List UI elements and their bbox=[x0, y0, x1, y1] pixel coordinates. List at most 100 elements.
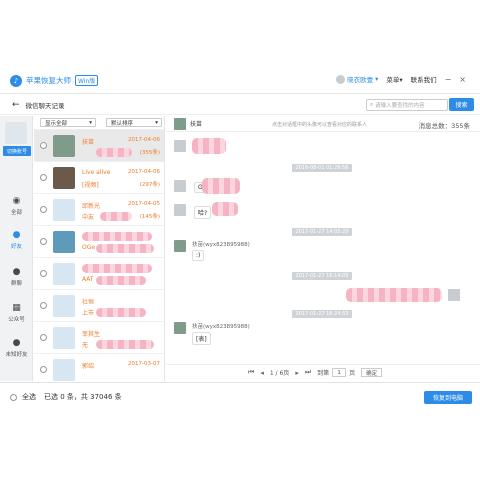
redacted-text bbox=[100, 212, 132, 221]
row-radio[interactable] bbox=[40, 238, 47, 245]
redacted-text bbox=[202, 178, 240, 194]
contact-avatar bbox=[53, 230, 75, 253]
row-radio[interactable] bbox=[40, 334, 47, 341]
message-avatar[interactable] bbox=[174, 140, 186, 152]
redacted-text bbox=[96, 340, 154, 349]
pagination: ⏮ ◂ 1 / 6页 ▸ ⏭ 到第 1 页 确定 bbox=[166, 364, 480, 380]
search-button[interactable]: 搜索 bbox=[449, 98, 474, 111]
redacted-text bbox=[192, 138, 226, 154]
user-name: 晓衣欧壹 bbox=[347, 76, 374, 84]
unknown-user-icon: ● bbox=[12, 338, 21, 348]
contact-avatar bbox=[53, 326, 75, 349]
redacted-text bbox=[82, 232, 152, 241]
contact-name: 菲其生 bbox=[82, 331, 101, 338]
last-message: 无 bbox=[82, 342, 89, 349]
timestamp: 2017-01-27 16:24:53 bbox=[292, 310, 352, 318]
select-all-radio[interactable] bbox=[10, 393, 17, 401]
message-avatar[interactable] bbox=[174, 180, 186, 192]
search-icon: ⌕ bbox=[370, 101, 374, 108]
select-all-label[interactable]: 全选 bbox=[22, 392, 36, 402]
message-avatar[interactable] bbox=[174, 240, 186, 252]
nav-item-friends[interactable]: ● 好友 bbox=[0, 230, 33, 250]
search-input[interactable]: ⌕ 请输入要查找的内容 bbox=[366, 99, 448, 111]
message-avatar[interactable] bbox=[448, 289, 460, 301]
row-radio[interactable] bbox=[40, 206, 47, 213]
list-item[interactable]: 菲其生 无 bbox=[34, 322, 164, 354]
sort-dropdown[interactable]: 默认排序 ▾ bbox=[106, 118, 162, 127]
timestamp: 2017-01-27 14:05:20 bbox=[292, 228, 352, 236]
message-avatar[interactable] bbox=[174, 322, 186, 334]
close-icon[interactable]: × bbox=[459, 75, 466, 84]
user-account[interactable]: 晓衣欧壹 ▾ bbox=[336, 74, 378, 84]
sub-header: ← 微信聊天记录 ⌕ 请输入要查找的内容 搜索 bbox=[0, 95, 480, 115]
last-message: 中友 bbox=[82, 214, 95, 221]
filter-dropdown[interactable]: 显示全部 ▾ bbox=[40, 118, 96, 127]
last-message: 上市 bbox=[82, 310, 95, 317]
sender-name: 扶苗(wyx823895988) bbox=[192, 324, 250, 330]
last-page-icon[interactable]: ⏭ bbox=[305, 368, 311, 377]
message-total: 消息总数：355条 bbox=[418, 122, 470, 130]
chevron-down-icon: ▾ bbox=[155, 119, 158, 126]
sender-name: 扶苗(wyx823895988) bbox=[192, 242, 250, 248]
list-item[interactable]: 邱新光 中友 2017-04-05 (145条) bbox=[34, 194, 164, 226]
last-message: OGe bbox=[82, 244, 96, 251]
goto-label: 到第 bbox=[317, 370, 330, 377]
page-number-input[interactable]: 1 bbox=[332, 368, 347, 377]
minimize-icon[interactable]: − bbox=[445, 75, 452, 84]
contact-us-link[interactable]: 联系我们 bbox=[411, 74, 437, 84]
contact-avatar bbox=[53, 358, 75, 381]
message-count: (355条) bbox=[139, 150, 160, 156]
list-item[interactable]: 郭绍 2017-03-07 bbox=[34, 354, 164, 381]
contact-name: 郭绍 bbox=[82, 363, 95, 370]
confirm-page-button[interactable]: 确定 bbox=[361, 368, 383, 377]
message-bubble: 哈? bbox=[194, 206, 212, 219]
page-unit-label: 页 bbox=[349, 370, 356, 377]
next-page-icon[interactable]: ▸ bbox=[295, 369, 299, 377]
chevron-down-icon: ▾ bbox=[375, 75, 379, 83]
chat-header: 扶苗 点击对话框中的头像可以查看对应的联系人 消息总数：355条 bbox=[166, 116, 480, 132]
nav-item-official[interactable]: ▦ 公众号 bbox=[0, 303, 33, 323]
list-item[interactable]: Live alive [视频] 2017-04-06 (297条) bbox=[34, 162, 164, 194]
list-item[interactable]: 扶苗 2017-04-06 (355条) bbox=[34, 130, 164, 162]
list-item[interactable]: AAT bbox=[34, 258, 164, 290]
edition-badge: Win版 bbox=[75, 75, 99, 86]
contact-name: 社恒 bbox=[82, 299, 95, 306]
contact-avatar bbox=[53, 166, 75, 189]
chat-hint: 点击对话框中的头像可以查看对应的联系人 bbox=[272, 122, 368, 128]
left-nav: 切换账号 ◉ 全部 ● 好友 ● 群聊 ▦ 公众号 ● 未知好友 bbox=[0, 116, 33, 381]
chat-avatar[interactable] bbox=[174, 117, 186, 130]
nav-item-all[interactable]: ◉ 全部 bbox=[0, 196, 33, 216]
app-logo-icon: ♪ bbox=[10, 74, 22, 87]
message-count: (297条) bbox=[139, 182, 160, 188]
row-radio[interactable] bbox=[40, 270, 47, 277]
recover-to-computer-button[interactable]: 恢复到电脑 bbox=[424, 391, 472, 404]
message-count: (145条) bbox=[139, 214, 160, 220]
nav-item-unknown[interactable]: ● 未知好友 bbox=[0, 338, 33, 358]
device-avatar bbox=[5, 122, 27, 144]
contact-avatar bbox=[53, 134, 75, 157]
list-item[interactable]: 社恒 上市 bbox=[34, 290, 164, 322]
prev-page-icon[interactable]: ◂ bbox=[260, 369, 264, 377]
group-icon: ● bbox=[12, 267, 21, 277]
list-item[interactable]: OGe bbox=[34, 226, 164, 258]
chat-panel: 扶苗 点击对话框中的头像可以查看对应的联系人 消息总数：355条 2016-08… bbox=[166, 116, 480, 381]
nav-label: 群聊 bbox=[10, 281, 22, 287]
back-arrow-icon[interactable]: ← bbox=[12, 100, 20, 110]
nav-item-groups[interactable]: ● 群聊 bbox=[0, 267, 33, 287]
switch-account-button[interactable]: 切换账号 bbox=[3, 146, 31, 156]
chat-contact-name: 扶苗 bbox=[190, 121, 203, 128]
first-page-icon[interactable]: ⏮ bbox=[248, 368, 254, 377]
message-avatar[interactable] bbox=[174, 204, 186, 216]
row-radio[interactable] bbox=[40, 142, 47, 149]
row-radio[interactable] bbox=[40, 302, 47, 309]
nav-label: 未知好友 bbox=[5, 352, 28, 358]
nav-label: 好友 bbox=[10, 244, 22, 250]
selection-status: 已选 0 条，共 37046 条 bbox=[44, 393, 122, 401]
row-radio[interactable] bbox=[40, 174, 47, 181]
menu-button[interactable]: 菜单▾ bbox=[386, 74, 402, 84]
message-bubble: [表] bbox=[192, 332, 211, 345]
contact-name: 扶苗 bbox=[82, 139, 95, 146]
contact-name: Live alive bbox=[82, 169, 111, 176]
row-radio[interactable] bbox=[40, 366, 47, 373]
app-name: 苹果恢复大师 bbox=[26, 76, 71, 85]
